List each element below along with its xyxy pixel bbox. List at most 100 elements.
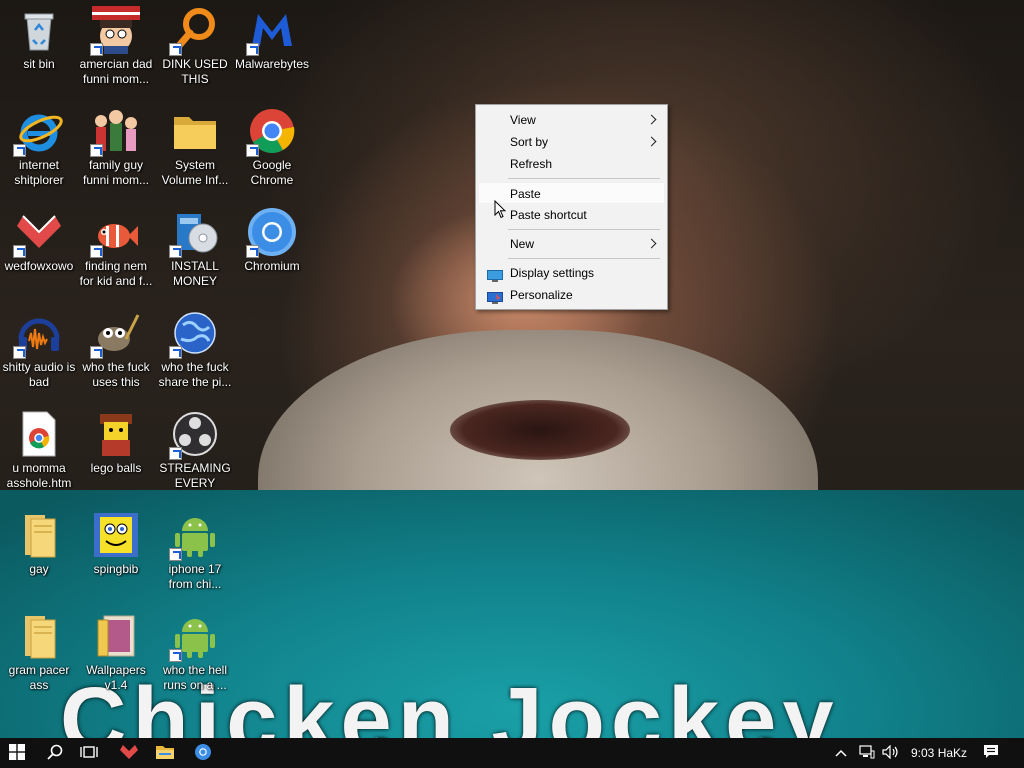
installer-cd-icon [169, 208, 219, 258]
desktop-icon-gram-pacer-ass[interactable]: gram pacer ass [1, 606, 77, 693]
fish-icon [90, 208, 140, 258]
shortcut-arrow-icon [169, 245, 182, 258]
show-hidden-icons-button[interactable] [826, 738, 856, 768]
desktop-icon-finding-nem[interactable]: finding nem for kid and f... [78, 202, 154, 289]
menu-item-label: New [510, 237, 535, 251]
desktop-icon-shitty-audio[interactable]: shitty audio is bad [1, 303, 77, 390]
shortcut-arrow-icon [13, 245, 26, 258]
wallpaper-mouth [450, 400, 630, 460]
shortcut-arrow-icon [246, 245, 259, 258]
desktop-icon-label: internet shitplorer [14, 158, 64, 187]
menu-item-paste-shortcut[interactable]: Paste shortcut [478, 204, 665, 226]
desktop-icon-amercian-dad[interactable]: amercian dad funni mom... [78, 0, 154, 87]
menu-item-new[interactable]: New [478, 233, 665, 255]
chrome-icon [246, 107, 296, 157]
shortcut-arrow-icon [13, 144, 26, 157]
desktop-icon-label: amercian dad funni mom... [79, 57, 153, 86]
desktop-icon-label: family guy funni mom... [82, 158, 150, 187]
desktop-icon-label: gay [29, 562, 49, 576]
shortcut-arrow-icon [169, 649, 182, 662]
shortcut-arrow-icon [246, 144, 259, 157]
desktop-icon-wedfowxowo[interactable]: wedfowxowo [1, 202, 77, 274]
desktop-icon-label: Malwarebytes [235, 57, 310, 71]
internet-explorer-icon [13, 107, 63, 157]
desktop-icon-family-guy[interactable]: family guy funni mom... [78, 101, 154, 188]
taskbar-clock[interactable]: 9:03 HaKz [911, 738, 967, 768]
network-icon [859, 744, 875, 762]
lego-figure-icon [92, 410, 140, 458]
taskbar-app-red[interactable] [112, 738, 146, 768]
desktop-icon-dink-used-this[interactable]: DINK USED THIS [157, 0, 233, 87]
desktop-icon-system-volume-info[interactable]: System Volume Inf... [157, 101, 233, 188]
desktop-icon-wallpapers[interactable]: Wallpapers v1.4 [78, 606, 154, 693]
desktop-icon-streaming[interactable]: STREAMING EVERY DAY... [157, 404, 233, 491]
menu-separator [508, 229, 660, 230]
android-icon [169, 612, 219, 662]
globe-icon [169, 309, 219, 359]
desktop-icon-who-uses-this[interactable]: who the fuck uses this [78, 303, 154, 390]
desktop-icon-lego-balls[interactable]: lego balls [78, 404, 154, 476]
shortcut-arrow-icon [169, 548, 182, 561]
android-icon [169, 511, 219, 561]
desktop-icon-malwarebytes[interactable]: Malwarebytes [234, 0, 310, 72]
desktop-icon-iphone-17[interactable]: iphone 17 from chi... [157, 505, 233, 592]
desktop-icon-label: u momma asshole.htm [6, 461, 72, 490]
start-button[interactable] [0, 738, 34, 768]
desktop-icon-label: wedfowxowo [4, 259, 74, 273]
personalize-icon [487, 289, 503, 304]
menu-item-refresh[interactable]: Refresh [478, 153, 665, 175]
folder-icon [171, 107, 219, 155]
desktop-icon-who-runs-on-a[interactable]: who the hell runs on a ... [157, 606, 233, 693]
shortcut-arrow-icon [169, 346, 182, 359]
desktop-icon-spingbib[interactable]: spingbib [78, 505, 154, 577]
desktop-icon-who-share-the-pi[interactable]: who the fuck share the pi... [157, 303, 233, 390]
taskbar-chromium[interactable] [186, 738, 220, 768]
taskbar-search-button[interactable] [38, 738, 72, 768]
mouse-pointer-icon [494, 199, 507, 220]
shortcut-arrow-icon [13, 346, 26, 359]
submenu-arrow-icon [646, 238, 657, 249]
menu-item-view[interactable]: View [478, 109, 665, 131]
menu-item-paste[interactable]: Paste [478, 182, 665, 204]
desktop-icon-install-money[interactable]: INSTALL MONEY [157, 202, 233, 289]
shortcut-arrow-icon [90, 245, 103, 258]
menu-item-display-settings[interactable]: Display settings [478, 262, 665, 284]
network-tray-button[interactable] [854, 738, 880, 768]
desktop-icon-label: Wallpapers v1.4 [86, 663, 146, 692]
volume-tray-button[interactable] [878, 738, 904, 768]
menu-item-personalize[interactable]: Personalize [478, 284, 665, 306]
desktop-icon-label: System Volume Inf... [161, 158, 229, 187]
menu-item-sort-by[interactable]: Sort by [478, 131, 665, 153]
malwarebytes-icon [246, 6, 296, 56]
desktop-icon-chromium[interactable]: Chromium [234, 202, 310, 274]
cartoon-family-icon [90, 107, 140, 157]
desktop-icon-google-chrome[interactable]: Google Chrome [234, 101, 310, 188]
desktop-icon-label: lego balls [90, 461, 142, 475]
menu-separator [508, 258, 660, 259]
submenu-arrow-icon [646, 136, 657, 147]
display-settings-icon [487, 267, 503, 282]
shortcut-arrow-icon [246, 43, 259, 56]
menu-item-label: Sort by [510, 135, 549, 149]
magnifier-app-icon [169, 6, 219, 56]
chevron-up-icon [835, 746, 847, 760]
desktop-icon-internet-shitplorer[interactable]: internet shitplorer [1, 101, 77, 188]
menu-item-label: Display settings [510, 266, 595, 280]
desktop-icon-gay[interactable]: gay [1, 505, 77, 577]
desktop-icon-label: finding nem for kid and f... [79, 259, 153, 288]
desktop-icon-label: sit bin [23, 57, 55, 71]
audacity-icon [13, 309, 63, 359]
desktop-icon-label: who the fuck share the pi... [158, 360, 232, 389]
shortcut-arrow-icon [90, 43, 103, 56]
desktop-icon-u-momma-htm[interactable]: u momma asshole.htm [1, 404, 77, 491]
taskbar-file-explorer[interactable] [148, 738, 182, 768]
shortcut-arrow-icon [169, 43, 182, 56]
desktop-icon-label: STREAMING EVERY DAY... [159, 461, 231, 490]
menu-item-label: Paste shortcut [510, 208, 587, 222]
desktop-icon-label: iphone 17 from chi... [168, 562, 222, 591]
action-center-button[interactable] [974, 738, 1008, 768]
desktop-icon-label: gram pacer ass [8, 663, 70, 692]
desktop-icon-sit-bin[interactable]: sit bin [1, 0, 77, 72]
task-view-button[interactable] [72, 738, 106, 768]
chrome-html-file-icon [15, 410, 63, 458]
